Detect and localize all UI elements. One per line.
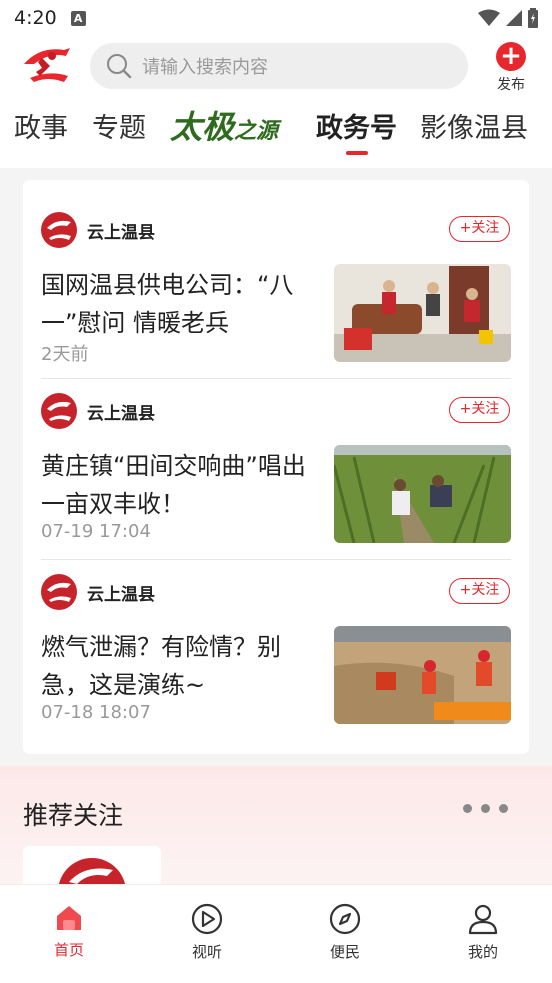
source-avatar[interactable] [41, 574, 77, 610]
nav-home[interactable]: 首页 [34, 903, 104, 960]
nav-av[interactable]: 视听 [172, 903, 242, 962]
home-icon [57, 906, 81, 930]
article-thumbnail[interactable] [334, 264, 511, 362]
tab-taiji-origin[interactable]: 太极之源 [170, 102, 278, 148]
nav-home-label: 首页 [53, 941, 84, 959]
play-icon [191, 903, 223, 935]
nav-services-label: 便民 [329, 943, 360, 961]
article-time: 07-18 18:07 [41, 702, 151, 723]
source-name[interactable]: 云上温县 [87, 399, 155, 424]
article-time: 07-19 17:04 [41, 521, 151, 542]
follow-button[interactable]: +关注 [449, 397, 510, 423]
list-item[interactable]: 云上温县 +关注 国网温县供电公司：“八一”慰问 情暖老兵 2天前 [41, 198, 511, 379]
tab-topics[interactable]: 专题 [92, 106, 146, 145]
nav-mine[interactable]: 我的 [448, 903, 518, 962]
publish-button[interactable]: + 发布 [490, 42, 532, 94]
search-icon [107, 54, 132, 79]
nav-mine-label: 我的 [467, 943, 498, 961]
follow-button[interactable]: +关注 [449, 578, 510, 604]
search-input[interactable]: 请输入搜索内容 [90, 43, 468, 89]
tab-wenxian-images[interactable]: 影像温县 [420, 106, 528, 145]
nav-services[interactable]: 便民 [310, 903, 380, 962]
app-screen: 4:20 A 请输入搜索内容 + 发布 政事 专题 太极之源 政务号 影像温县 … [0, 0, 552, 983]
feed-card: 云上温县 +关注 国网温县供电公司：“八一”慰问 情暖老兵 2天前 云上温县 +… [23, 180, 529, 754]
tab-gov-accounts[interactable]: 政务号 [316, 106, 397, 145]
article-title[interactable]: 燃气泄漏？有险情？别急，这是演练~ [41, 628, 319, 704]
article-thumbnail[interactable] [334, 445, 511, 543]
list-item[interactable]: 云上温县 +关注 燃气泄漏？有险情？别急，这是演练~ 07-18 18:07 [41, 560, 511, 741]
status-bar: 4:20 A [0, 0, 552, 36]
nav-av-label: 视听 [191, 943, 222, 961]
article-title[interactable]: 国网温县供电公司：“八一”慰问 情暖老兵 [41, 266, 319, 342]
list-item[interactable]: 云上温县 +关注 黄庄镇“田间交响曲”唱出一亩双丰收！ 07-19 17:04 [41, 379, 511, 560]
recommend-title: 推荐关注 [23, 801, 124, 830]
search-placeholder: 请输入搜索内容 [142, 57, 268, 78]
plus-icon: + [496, 42, 526, 71]
header-bar: 请输入搜索内容 + 发布 [0, 36, 552, 98]
compass-icon [329, 903, 361, 935]
source-avatar[interactable] [41, 212, 77, 248]
wifi-icon [478, 9, 500, 26]
source-avatar[interactable] [41, 393, 77, 429]
battery-icon [528, 8, 538, 28]
signal-icon [506, 10, 522, 26]
app-logo[interactable] [20, 44, 74, 86]
channel-tabs: 政事 专题 太极之源 政务号 影像温县 [0, 98, 552, 168]
article-time: 2天前 [41, 344, 89, 365]
publish-label: 发布 [497, 77, 525, 93]
status-icons [478, 8, 538, 28]
more-icon[interactable] [463, 804, 508, 813]
article-thumbnail[interactable] [334, 626, 511, 724]
keyboard-indicator-icon: A [70, 10, 86, 26]
article-title[interactable]: 黄庄镇“田间交响曲”唱出一亩双丰收！ [41, 447, 319, 523]
user-icon [468, 904, 498, 935]
tab-politics[interactable]: 政事 [14, 106, 68, 145]
follow-button[interactable]: +关注 [449, 216, 510, 242]
active-tab-indicator [346, 151, 368, 155]
recommend-card[interactable] [23, 846, 161, 886]
source-name[interactable]: 云上温县 [87, 218, 155, 243]
source-name[interactable]: 云上温县 [87, 580, 155, 605]
recommend-section: 推荐关注 [0, 766, 552, 886]
bottom-navigation: 首页 视听 便民 我的 [0, 884, 552, 983]
status-time: 4:20 [14, 7, 57, 29]
